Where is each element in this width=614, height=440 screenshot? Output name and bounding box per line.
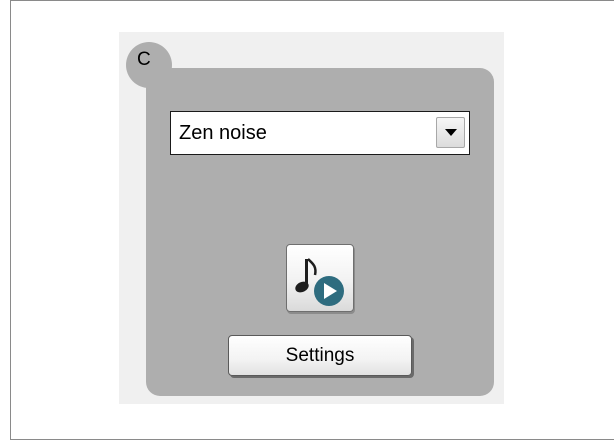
sound-select-dropdown[interactable]: Zen noise (170, 111, 470, 155)
music-note-play-icon (295, 258, 344, 306)
play-music-button[interactable] (286, 244, 354, 312)
sound-select-value: Zen noise (179, 122, 267, 144)
settings-button[interactable]: Settings (228, 335, 412, 376)
dropdown-arrow-button[interactable] (436, 117, 465, 148)
chevron-down-icon (445, 129, 457, 136)
channel-badge-label: C (137, 49, 151, 70)
